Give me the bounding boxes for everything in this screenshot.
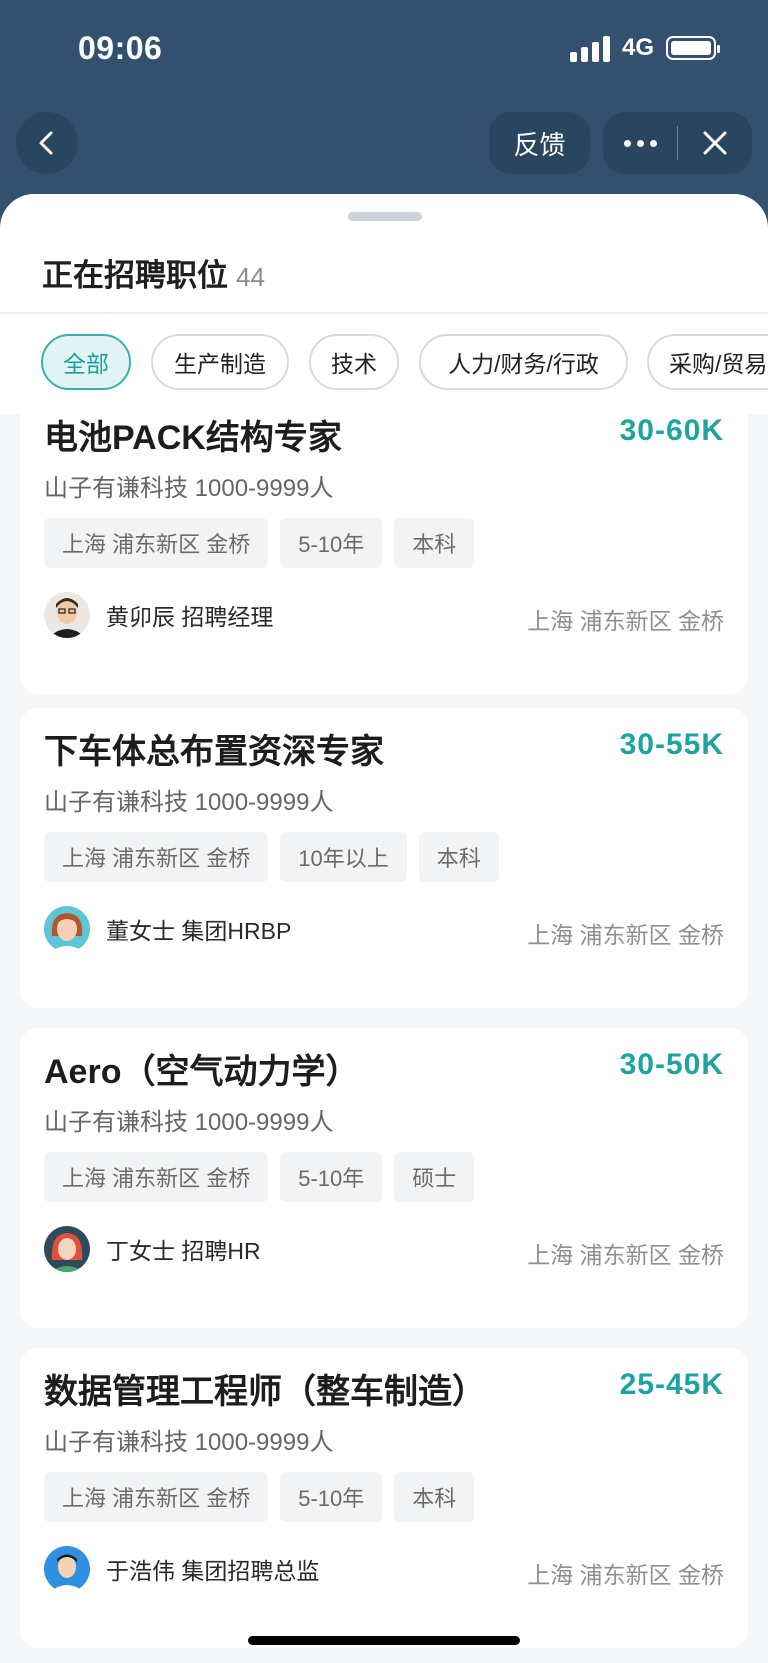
recruiter-name: 于浩伟 集团招聘总监: [106, 1558, 320, 1584]
job-salary: 30-55K: [619, 728, 724, 761]
avatar: [44, 906, 90, 952]
job-card[interactable]: 数据管理工程师（整车制造） 25-45K 山子有谦科技 1000-9999人 上…: [20, 1348, 748, 1648]
recruiter: 于浩伟 集团招聘总监: [44, 1546, 319, 1592]
tag-location: 上海 浦东新区 金桥: [44, 518, 269, 568]
job-count: 44: [236, 262, 265, 292]
job-title: 数据管理工程师（整车制造）: [44, 1373, 486, 1411]
tag-education: 本科: [418, 832, 499, 882]
job-tags: 上海 浦东新区 金桥 10年以上 本科: [44, 832, 499, 882]
tag-education: 本科: [394, 518, 475, 568]
more-button[interactable]: [603, 112, 677, 174]
recruiter: 丁女士 招聘HR: [44, 1226, 261, 1272]
job-card[interactable]: 电池PACK结构专家 30-60K 山子有谦科技 1000-9999人 上海 浦…: [20, 414, 748, 694]
tag-experience: 10年以上: [280, 832, 407, 882]
tag-education: 硕士: [394, 1152, 475, 1202]
sheet-drag-handle[interactable]: [348, 212, 422, 221]
job-list: 电池PACK结构专家 30-60K 山子有谦科技 1000-9999人 上海 浦…: [0, 414, 768, 1663]
job-tags: 上海 浦东新区 金桥 5-10年 硕士: [44, 1152, 475, 1202]
job-card[interactable]: Aero（空气动力学） 30-50K 山子有谦科技 1000-9999人 上海 …: [20, 1028, 748, 1328]
recruiter-name: 董女士 集团HRBP: [106, 918, 292, 944]
battery-icon: [666, 36, 720, 60]
close-icon: [703, 131, 727, 155]
job-salary: 25-45K: [619, 1368, 724, 1401]
filter-chip-tech[interactable]: 技术: [309, 334, 399, 390]
tag-location: 上海 浦东新区 金桥: [44, 832, 269, 882]
close-button[interactable]: [678, 112, 752, 174]
job-title: 下车体总布置资深专家: [44, 733, 384, 771]
tag-location: 上海 浦东新区 金桥: [44, 1152, 269, 1202]
job-card[interactable]: 下车体总布置资深专家 30-55K 山子有谦科技 1000-9999人 上海 浦…: [20, 708, 748, 1008]
divider: [0, 312, 768, 314]
tag-experience: 5-10年: [280, 1152, 383, 1202]
status-indicators: 4G: [569, 34, 720, 62]
job-salary: 30-60K: [619, 414, 724, 447]
recruiter-name: 丁女士 招聘HR: [106, 1238, 261, 1264]
job-location: 上海 浦东新区 金桥: [527, 1242, 724, 1268]
feedback-button[interactable]: 反馈: [489, 112, 590, 174]
home-indicator: [248, 1636, 520, 1645]
back-button[interactable]: [16, 112, 78, 174]
filter-chip-manufacturing[interactable]: 生产制造: [151, 334, 289, 390]
company-info: 山子有谦科技 1000-9999人: [44, 1109, 334, 1136]
filter-chip-all[interactable]: 全部: [41, 334, 131, 390]
signal-icon: [569, 34, 610, 62]
filter-chip-bar: 全部 生产制造 技术 人力/财务/行政 采购/贸易: [0, 334, 768, 390]
company-info: 山子有谦科技 1000-9999人: [44, 1429, 334, 1456]
sheet-title: 正在招聘职位 44: [42, 250, 265, 295]
job-location: 上海 浦东新区 金桥: [527, 608, 724, 634]
job-title: Aero（空气动力学）: [44, 1053, 360, 1091]
filter-chip-hr-finance-admin[interactable]: 人力/财务/行政: [419, 334, 628, 390]
avatar: [44, 1226, 90, 1272]
tag-location: 上海 浦东新区 金桥: [44, 1472, 269, 1522]
miniapp-capsule: [603, 112, 752, 174]
network-type: 4G: [621, 34, 654, 61]
job-location: 上海 浦东新区 金桥: [527, 1562, 724, 1588]
avatar: [44, 592, 90, 638]
tag-experience: 5-10年: [280, 1472, 383, 1522]
job-title: 电池PACK结构专家: [44, 419, 342, 457]
tag-experience: 5-10年: [280, 518, 383, 568]
job-tags: 上海 浦东新区 金桥 5-10年 本科: [44, 1472, 475, 1522]
company-info: 山子有谦科技 1000-9999人: [44, 475, 334, 502]
page-title: 正在招聘职位: [42, 258, 228, 293]
job-salary: 30-50K: [619, 1048, 724, 1081]
job-location: 上海 浦东新区 金桥: [527, 922, 724, 948]
company-info: 山子有谦科技 1000-9999人: [44, 789, 334, 816]
avatar: [44, 1546, 90, 1592]
tag-education: 本科: [394, 1472, 475, 1522]
filter-chip-purchasing[interactable]: 采购/贸易: [647, 334, 768, 390]
recruiter: 黄卯辰 招聘经理: [44, 592, 273, 638]
recruiter-name: 黄卯辰 招聘经理: [106, 604, 274, 630]
recruiter: 董女士 集团HRBP: [44, 906, 291, 952]
status-time: 09:06: [78, 30, 163, 66]
job-tags: 上海 浦东新区 金桥 5-10年 本科: [44, 518, 475, 568]
chevron-left-icon: [39, 131, 53, 155]
